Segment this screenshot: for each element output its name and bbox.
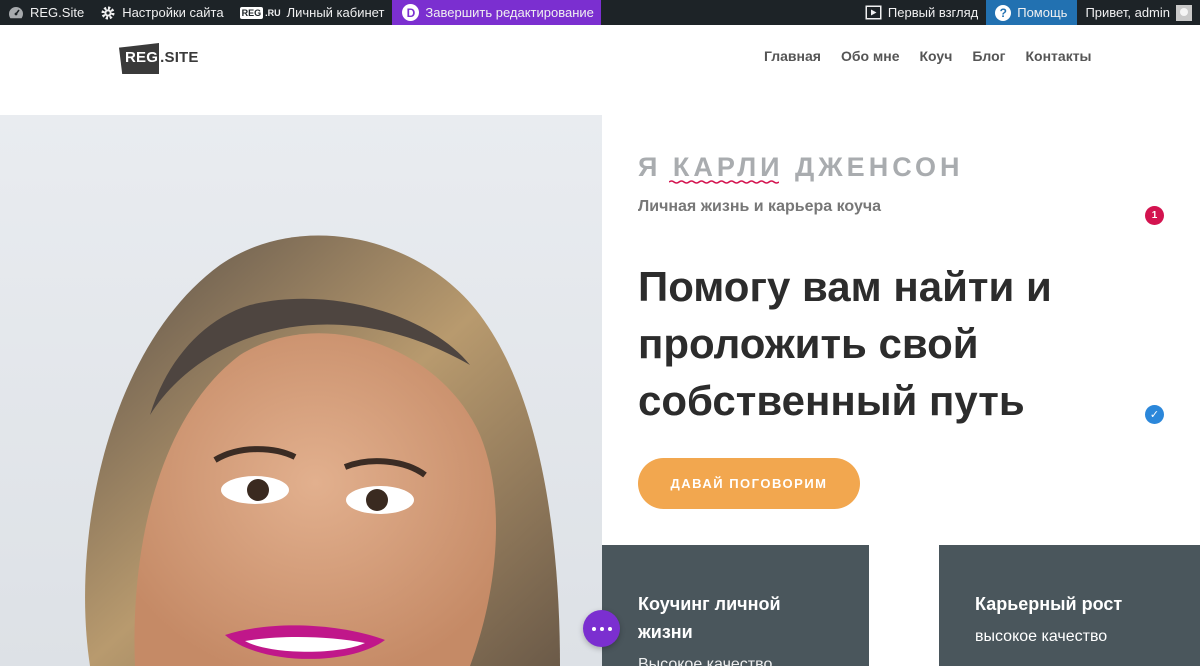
site-logo[interactable]: REG .SITE: [119, 40, 205, 74]
admin-customize-link[interactable]: Настройки сайта: [92, 0, 231, 25]
hero-portrait-image: [0, 115, 602, 666]
admin-customize-label: Настройки сайта: [122, 5, 224, 20]
nav-about[interactable]: Обо мне: [841, 48, 900, 64]
check-badge-icon[interactable]: ✓: [1145, 405, 1164, 424]
finish-editing-label: Завершить редактирование: [425, 5, 594, 20]
notification-badge[interactable]: 1: [1145, 206, 1164, 225]
card-subtitle: Высокое качество: [638, 656, 773, 666]
admin-cabinet-link[interactable]: REG .RU Личный кабинет: [232, 0, 393, 25]
nav-coach[interactable]: Коуч: [920, 48, 953, 64]
user-greeting: Привет, admin: [1085, 5, 1170, 20]
main-navigation: Главная Обо мне Коуч Блог Контакты: [764, 48, 1092, 64]
service-card-personal[interactable]: Коучинг личной жизни Высокое качество: [602, 545, 869, 666]
hero-intro: Я КАРЛИ ДЖЕНСОН: [638, 152, 964, 182]
spellcheck-underline: [669, 180, 779, 184]
first-look-label: Первый взгляд: [887, 5, 979, 20]
help-label: Помощь: [1017, 5, 1068, 20]
hero-headline: Помогу вам найти и проложить свой собств…: [638, 263, 1052, 424]
admin-site-link[interactable]: REG.Site: [0, 0, 92, 25]
finish-editing-button[interactable]: D Завершить редактирование: [392, 0, 601, 25]
talk-button[interactable]: ДАВАЙ ПОГОВОРИМ: [638, 458, 860, 509]
user-account-menu[interactable]: Привет, admin: [1077, 0, 1200, 25]
divi-logo-icon: D: [402, 4, 420, 21]
card-title: Коучинг личной жизни: [638, 594, 781, 642]
reg-logo-icon: REG: [239, 6, 264, 19]
admin-site-name: REG.Site: [30, 5, 85, 20]
video-play-icon: [865, 5, 882, 20]
card-title: Карьерный рост: [975, 594, 1123, 614]
first-look-link[interactable]: Первый взгляд: [857, 0, 986, 25]
logo-reg-text: REG: [125, 49, 159, 66]
dashboard-icon: [8, 5, 24, 21]
avatar: [1176, 4, 1192, 21]
gear-icon: [100, 5, 116, 21]
service-card-career[interactable]: Карьерный рост высокое качество: [939, 545, 1200, 666]
nav-blog[interactable]: Блог: [972, 48, 1005, 64]
more-dots-icon: [591, 626, 612, 631]
help-icon: ?: [995, 4, 1012, 21]
hero-subtitle: Личная жизнь и карьера коуча: [638, 198, 882, 215]
admin-cabinet-label: Личный кабинет: [286, 5, 385, 20]
reg-ru-suffix: .RU: [265, 7, 281, 18]
help-button[interactable]: ? Помощь: [986, 0, 1078, 25]
card-subtitle: высокое качество: [975, 628, 1108, 645]
nav-home[interactable]: Главная: [764, 48, 821, 64]
nav-contacts[interactable]: Контакты: [1026, 48, 1092, 64]
builder-more-options-button[interactable]: [583, 610, 620, 647]
logo-site-text: .SITE: [160, 49, 199, 66]
admin-bar: REG.Site Настройки сайта REG .RU Личный …: [0, 0, 1200, 25]
